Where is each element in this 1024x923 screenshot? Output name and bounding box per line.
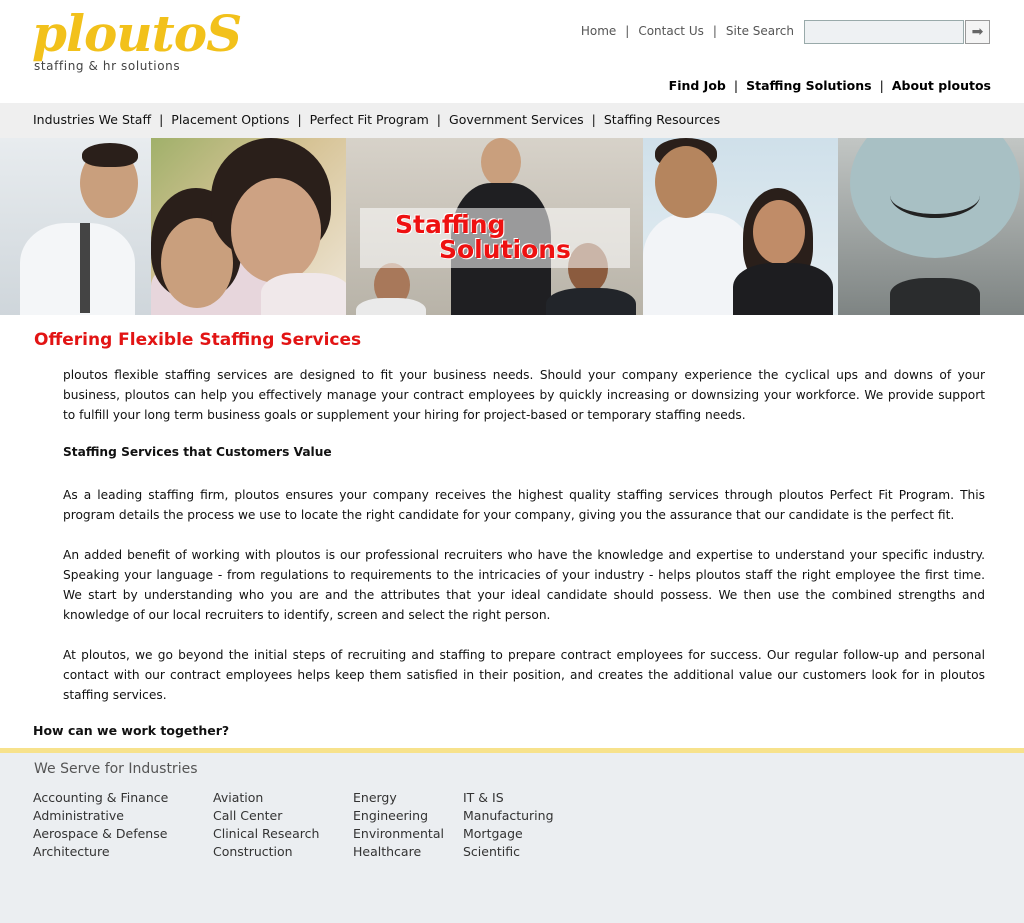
separator: | <box>297 112 302 127</box>
sub-nav: Industries We Staff | Placement Options | Pe… <box>0 103 1024 138</box>
industry-link[interactable]: Clinical Research <box>213 825 319 843</box>
industry-link[interactable]: IT & IS <box>463 789 554 807</box>
hero-banner: Staffing Solutions <box>0 138 1024 315</box>
logo-tagline: staffing & hr solutions <box>34 59 181 73</box>
subnav-item-resources[interactable]: Staffing Resources <box>604 112 720 127</box>
section-subheading: Staffing Services that Customers Value <box>63 445 332 459</box>
subnav-item-industries[interactable]: Industries We Staff <box>33 112 151 127</box>
subnav-item-government[interactable]: Government Services <box>449 112 584 127</box>
industry-link[interactable]: Aviation <box>213 789 319 807</box>
industry-link[interactable]: Administrative <box>33 807 168 825</box>
site-header: ploutoS staffing & hr solutions Home | Con… <box>0 0 1024 103</box>
industry-link[interactable]: Aerospace & Defense <box>33 825 168 843</box>
about-ploutos-link[interactable]: About ploutos <box>892 78 991 93</box>
staffing-solutions-link[interactable]: Staffing Solutions <box>746 78 872 93</box>
separator: | <box>733 78 739 93</box>
footer-title: We Serve for Industries <box>34 761 198 777</box>
industry-link[interactable]: Call Center <box>213 807 319 825</box>
industry-link[interactable]: Scientific <box>463 843 554 861</box>
site-search-input[interactable] <box>804 20 964 44</box>
main-nav: Find Job | Staffing Solutions | About plouto… <box>669 78 991 93</box>
logo-wordmark: ploutoS <box>32 4 242 63</box>
industry-column-1: Accounting & Finance Administrative Aero… <box>33 789 168 861</box>
industries-footer: We Serve for Industries Accounting & Fin… <box>0 753 1024 923</box>
industry-column-4: IT & IS Manufacturing Mortgage Scientifi… <box>463 789 554 861</box>
contact-us-link[interactable]: Contact Us <box>638 24 704 38</box>
site-search-label: Site Search <box>725 24 794 38</box>
industry-link[interactable]: Energy <box>353 789 444 807</box>
industry-column-2: Aviation Call Center Clinical Research C… <box>213 789 319 861</box>
banner-photo-colleagues <box>643 138 838 315</box>
industry-link[interactable]: Healthcare <box>353 843 444 861</box>
banner-title: Staffing Solutions <box>395 212 571 262</box>
find-job-link[interactable]: Find Job <box>669 78 726 93</box>
main-content: Offering Flexible Staffing Services plou… <box>0 315 1024 748</box>
smile-mouth <box>890 173 980 218</box>
banner-photo-man-phone <box>0 138 151 315</box>
industry-column-3: Energy Engineering Environmental Healthc… <box>353 789 444 861</box>
utility-nav: Home | Contact Us | Site Search <box>581 24 794 38</box>
separator: | <box>591 112 596 127</box>
home-link[interactable]: Home <box>581 24 616 38</box>
separator: | <box>159 112 164 127</box>
paragraph-perfect-fit: As a leading staffing firm, ploutos ensu… <box>63 488 985 522</box>
paragraph-recruiters: An added benefit of working with ploutos… <box>63 548 985 622</box>
search-submit-button[interactable]: ➡ <box>965 20 990 44</box>
subnav-item-placement[interactable]: Placement Options <box>171 112 289 127</box>
industry-link[interactable]: Environmental <box>353 825 444 843</box>
ploutos-logo[interactable]: ploutoS staffing & hr solutions <box>30 4 280 80</box>
banner-photo-two-women <box>151 138 346 315</box>
separator: | <box>712 24 717 38</box>
paragraph-success: At ploutos, we go beyond the initial ste… <box>63 648 985 702</box>
industry-link[interactable]: Accounting & Finance <box>33 789 168 807</box>
page-title: Offering Flexible Staffing Services <box>34 330 362 350</box>
intro-paragraph: ploutos flexible staffing services are d… <box>63 368 985 422</box>
separator: | <box>879 78 884 93</box>
banner-title-line2: Solutions <box>439 235 571 264</box>
industry-link[interactable]: Architecture <box>33 843 168 861</box>
closing-question: How can we work together? <box>33 723 230 738</box>
industry-link[interactable]: Manufacturing <box>463 807 554 825</box>
subnav-item-perfect-fit[interactable]: Perfect Fit Program <box>310 112 429 127</box>
industry-link[interactable]: Construction <box>213 843 319 861</box>
industry-link[interactable]: Mortgage <box>463 825 554 843</box>
separator: | <box>625 24 630 38</box>
industry-link[interactable]: Engineering <box>353 807 444 825</box>
arrow-right-icon: ➡ <box>971 24 984 40</box>
separator: | <box>436 112 442 127</box>
